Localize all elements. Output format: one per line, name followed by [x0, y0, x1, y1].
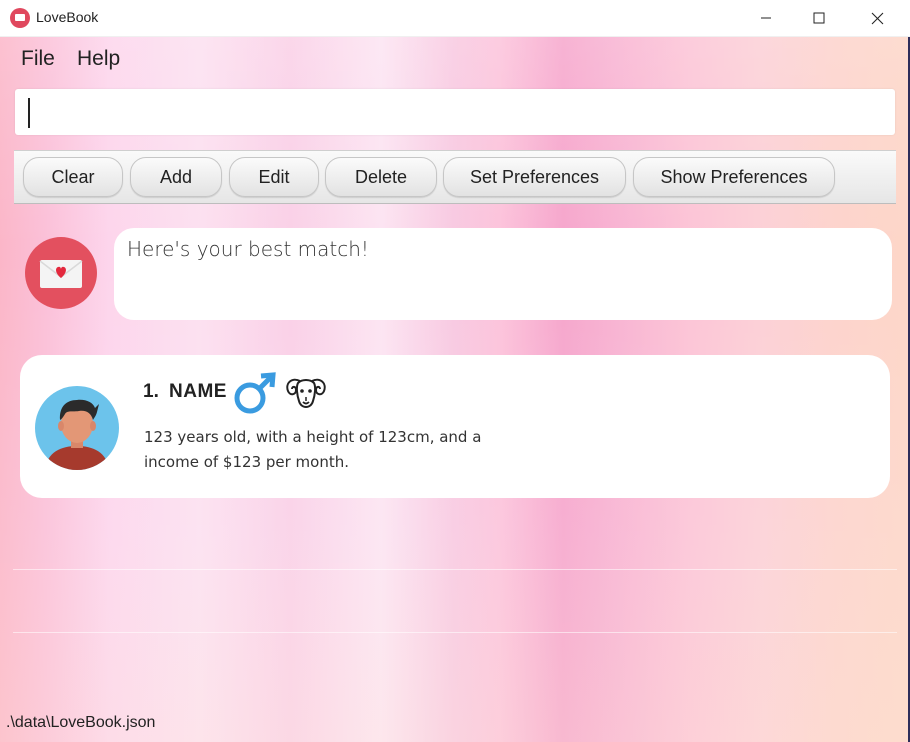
minimize-button[interactable]: [737, 0, 795, 36]
main-content: File Help Clear Add Edit Delete Set Pref…: [0, 37, 910, 742]
result-display: Here's your best match!: [114, 228, 892, 320]
minimize-icon: [761, 17, 771, 19]
menu-help[interactable]: Help: [77, 47, 120, 71]
maximize-icon: [813, 12, 825, 24]
male-symbol-icon: [234, 372, 276, 414]
close-icon: [871, 12, 883, 24]
person-avatar: [35, 386, 119, 470]
list-divider: [13, 632, 897, 633]
menu-bar: File Help: [0, 37, 908, 81]
show-preferences-button[interactable]: Show Preferences: [633, 157, 835, 197]
aries-ram-icon: [286, 378, 326, 408]
love-letter-icon: [25, 237, 97, 309]
card-name: NAME: [169, 381, 227, 402]
clear-button[interactable]: Clear: [23, 157, 123, 197]
maximize-button[interactable]: [790, 0, 848, 36]
command-input[interactable]: [15, 89, 895, 135]
status-bar: .\data\LoveBook.json: [0, 705, 908, 742]
card-index: 1.: [143, 381, 159, 402]
delete-button[interactable]: Delete: [325, 157, 437, 197]
list-divider: [13, 569, 897, 570]
set-preferences-button[interactable]: Set Preferences: [443, 157, 626, 197]
edit-button[interactable]: Edit: [229, 157, 319, 197]
title-bar: LoveBook: [0, 0, 910, 37]
menu-file[interactable]: File: [21, 47, 55, 71]
card-description: 123 years old, with a height of 123cm, a…: [144, 428, 482, 471]
status-file-path: .\data\LoveBook.json: [6, 714, 156, 731]
match-card[interactable]: 1. NAME 123 years old, with a height of …: [20, 355, 890, 498]
add-button[interactable]: Add: [130, 157, 222, 197]
window-title: LoveBook: [36, 9, 99, 25]
list-area: [13, 507, 897, 692]
close-button[interactable]: [848, 0, 906, 36]
toolbar: Clear Add Edit Delete Set Preferences Sh…: [14, 150, 896, 204]
app-logo-icon: [10, 8, 30, 28]
result-message: Here's your best match!: [127, 237, 369, 261]
text-caret: [28, 98, 30, 128]
